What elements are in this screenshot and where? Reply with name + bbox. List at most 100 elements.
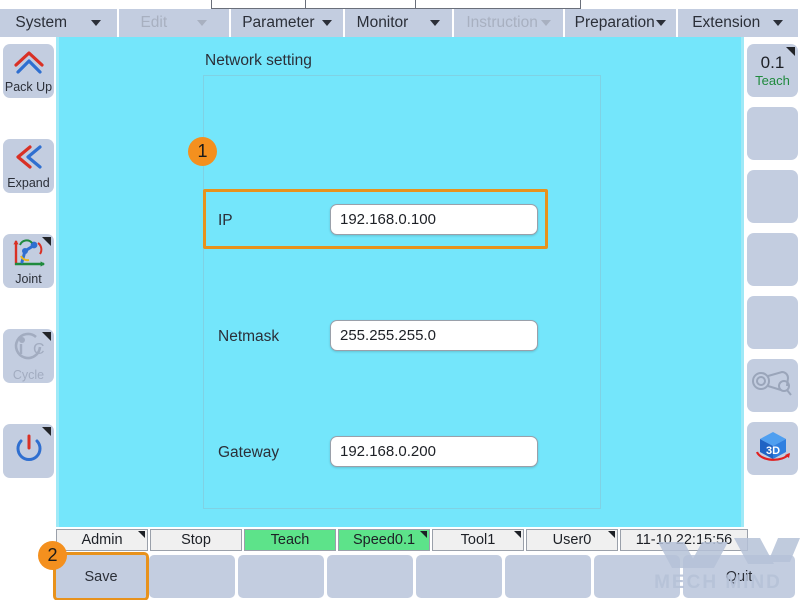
sidebar-item-label: Pack Up bbox=[4, 79, 53, 94]
status-run-state[interactable]: Stop bbox=[150, 529, 242, 551]
corner-submenu-indicator-icon bbox=[138, 531, 145, 538]
function-button-fn-5[interactable] bbox=[416, 555, 502, 598]
menu-item-monitor[interactable]: Monitor bbox=[344, 9, 453, 37]
field-row-gateway: Gateway 192.168.0.200 bbox=[204, 436, 602, 476]
chevron-down-icon bbox=[773, 20, 784, 26]
status-user-frame[interactable]: User0 bbox=[526, 529, 618, 551]
status-tool[interactable]: Tool1 bbox=[432, 529, 524, 551]
dialog-divider-left bbox=[305, 0, 306, 8]
menu-item-label: Monitor bbox=[356, 14, 409, 31]
expand-icon bbox=[12, 143, 46, 176]
chevron-down-icon bbox=[430, 20, 441, 26]
right-sidebar-item-view-3d[interactable]: 3D bbox=[747, 422, 798, 475]
corner-submenu-indicator-icon bbox=[608, 531, 615, 538]
menu-item-instruction: Instruction bbox=[454, 9, 563, 37]
save-button[interactable]: Save bbox=[53, 552, 149, 600]
menu-item-label: Parameter bbox=[242, 14, 315, 31]
chevron-down-icon bbox=[540, 20, 551, 26]
right-sidebar-item-blank-4[interactable] bbox=[747, 296, 798, 349]
function-button-fn-7[interactable] bbox=[594, 555, 680, 598]
menu-item-label: Preparation bbox=[574, 14, 655, 31]
status-label: Teach bbox=[270, 532, 310, 548]
status-label: Stop bbox=[181, 532, 211, 548]
status-label: Tool1 bbox=[460, 532, 496, 548]
menu-item-label: Extension bbox=[692, 14, 761, 31]
background-dialog-edge bbox=[211, 0, 581, 9]
chevron-down-icon bbox=[197, 20, 208, 26]
page-title: Network setting bbox=[205, 52, 312, 69]
sidebar-item-cycle: C Cycle bbox=[3, 329, 54, 383]
netmask-input[interactable]: 255.255.255.0 bbox=[330, 320, 538, 351]
right-sidebar-item-blank-2[interactable] bbox=[747, 170, 798, 223]
corner-submenu-indicator-icon bbox=[786, 47, 795, 56]
function-button-fn-3[interactable] bbox=[238, 555, 324, 598]
svg-text:3D: 3D bbox=[765, 445, 779, 457]
function-button-fn-2[interactable] bbox=[149, 555, 235, 598]
3d-cube-icon: 3D bbox=[752, 428, 794, 469]
teach-pendant-screen: System Edit Parameter Monitor Instruction Pre… bbox=[0, 0, 800, 600]
right-sidebar-item-speed-teach[interactable]: 0.1 Teach bbox=[747, 44, 798, 97]
chevron-down-icon bbox=[321, 20, 332, 26]
top-white-strip bbox=[0, 0, 800, 9]
menu-item-preparation[interactable]: Preparation bbox=[564, 9, 676, 37]
network-settings-panel: IP 192.168.0.100 Netmask 255.255.255.0 Gatew… bbox=[203, 75, 601, 509]
sidebar-item-joint[interactable]: Joint bbox=[3, 234, 54, 288]
sidebar-item-pack-up[interactable]: Pack Up bbox=[3, 44, 54, 98]
status-bar: Admin Stop Teach Speed0.1 Tool1 User0 11-10 22… bbox=[0, 529, 800, 553]
sidebar-item-expand[interactable]: Expand bbox=[3, 139, 54, 193]
hand-robot-icon bbox=[751, 367, 795, 404]
status-label: Speed0.1 bbox=[352, 532, 416, 548]
menu-item-edit: Edit bbox=[118, 9, 230, 37]
sidebar-item-label: Cycle bbox=[12, 367, 45, 382]
sidebar-item-power[interactable] bbox=[3, 424, 54, 478]
main-menu-bar: System Edit Parameter Monitor Instruction Pre… bbox=[0, 9, 800, 37]
menu-item-label: Edit bbox=[140, 14, 168, 31]
field-label-netmask: Netmask bbox=[218, 328, 280, 345]
chevron-down-icon bbox=[91, 20, 102, 26]
corner-submenu-indicator-icon bbox=[42, 332, 51, 341]
function-button-fn-6[interactable] bbox=[505, 555, 591, 598]
button-label: Quit bbox=[725, 568, 753, 585]
right-sidebar-item-jog-hand[interactable] bbox=[747, 359, 798, 412]
right-sidebar-item-blank-3[interactable] bbox=[747, 233, 798, 286]
corner-submenu-indicator-icon bbox=[42, 237, 51, 246]
status-datetime[interactable]: 11-10 22:15:56 bbox=[620, 529, 748, 551]
status-label: 11-10 22:15:56 bbox=[635, 532, 733, 548]
button-label: Save bbox=[84, 568, 118, 585]
corner-submenu-indicator-icon bbox=[420, 531, 427, 538]
corner-submenu-indicator-icon bbox=[42, 427, 51, 436]
corner-submenu-indicator-icon bbox=[514, 531, 521, 538]
cycle-icon: C bbox=[12, 331, 46, 368]
annotation-badge-1: 1 bbox=[188, 137, 217, 166]
menu-item-extension[interactable]: Extension bbox=[677, 9, 798, 37]
function-button-fn-4[interactable] bbox=[327, 555, 413, 598]
menu-item-system[interactable]: System bbox=[0, 9, 117, 37]
speed-value: 0.1 bbox=[760, 53, 785, 72]
status-speed[interactable]: Speed0.1 bbox=[338, 529, 430, 551]
power-icon bbox=[13, 433, 45, 470]
status-user-role[interactable]: Admin bbox=[56, 529, 148, 551]
gateway-input[interactable]: 192.168.0.200 bbox=[330, 436, 538, 467]
annotation-badge-2: 2 bbox=[38, 541, 67, 570]
status-label: Admin bbox=[81, 532, 123, 548]
field-label-gateway: Gateway bbox=[218, 444, 280, 461]
sidebar-item-label: Joint bbox=[15, 271, 42, 286]
left-sidebar: Pack Up Expand Joint C Cycle bbox=[0, 37, 56, 527]
right-sidebar-item-blank-1[interactable] bbox=[747, 107, 798, 160]
status-label: User0 bbox=[552, 532, 592, 548]
quit-button[interactable]: Quit bbox=[683, 555, 795, 598]
highlight-rect-ip bbox=[203, 189, 548, 249]
menu-item-parameter[interactable]: Parameter bbox=[231, 9, 343, 37]
work-area: Network setting IP 192.168.0.100 Netmask 25… bbox=[56, 37, 744, 527]
dialog-divider-right bbox=[415, 0, 416, 8]
menu-item-label: Instruction bbox=[466, 14, 538, 31]
right-sidebar: 0.1 Teach 3D bbox=[744, 37, 800, 527]
pack-up-icon bbox=[12, 49, 46, 80]
status-mode[interactable]: Teach bbox=[244, 529, 336, 551]
field-row-netmask: Netmask 255.255.255.0 bbox=[204, 320, 602, 360]
svg-text:C: C bbox=[33, 341, 45, 358]
menu-item-label: System bbox=[15, 14, 68, 31]
chevron-down-icon bbox=[655, 20, 666, 26]
mode-label: Teach bbox=[755, 73, 790, 88]
sidebar-item-label: Expand bbox=[7, 175, 50, 190]
